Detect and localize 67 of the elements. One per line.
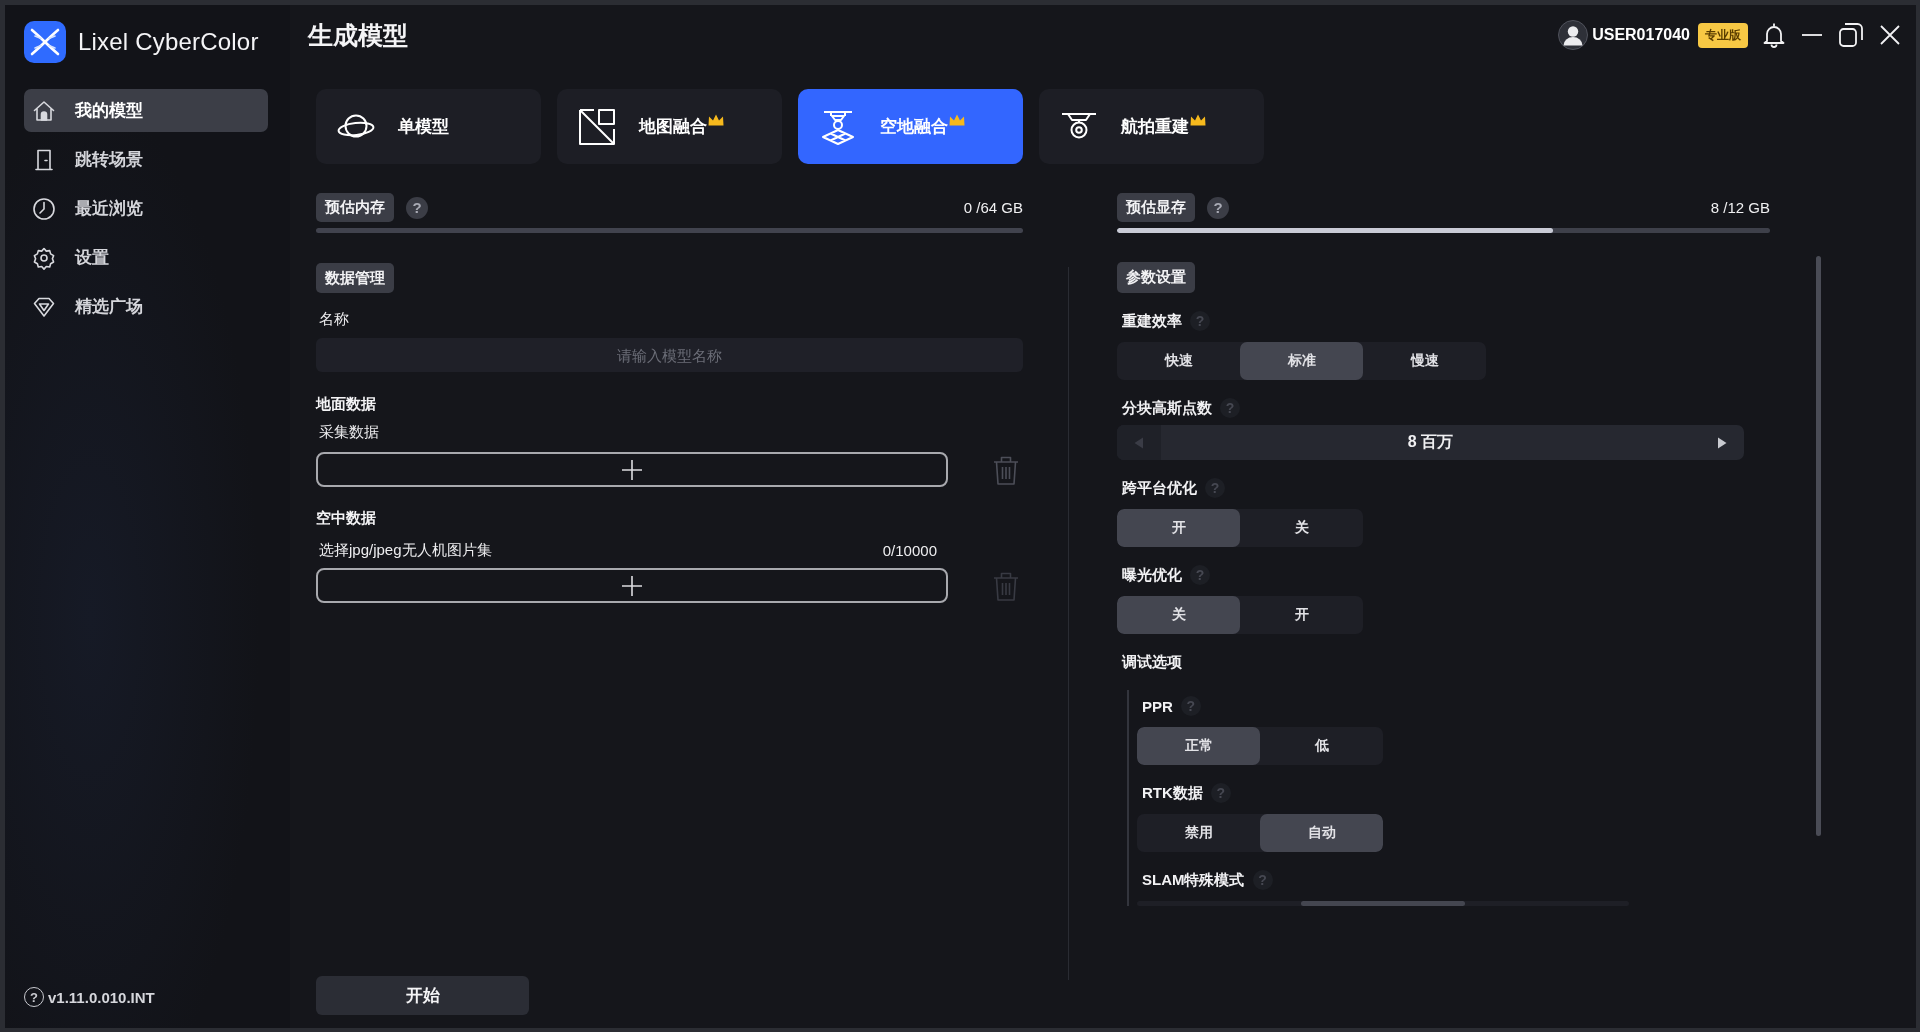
setting-label: PPR: [1142, 697, 1173, 715]
segment-option[interactable]: 快速: [1117, 342, 1240, 380]
caret-left-icon: [1134, 436, 1144, 449]
mode-tab[interactable]: 空地融合: [798, 89, 1023, 164]
help-button[interactable]: ?: [1207, 196, 1229, 219]
section-label: 数据管理: [316, 263, 394, 293]
vram-reading: 8 /12 GB: [1710, 199, 1770, 216]
sidebar-item[interactable]: 我的模型: [24, 89, 268, 132]
field-label: 采集数据: [318, 422, 379, 442]
segment-option[interactable]: 低: [1260, 727, 1383, 765]
mode-tab[interactable]: 单模型: [316, 89, 541, 164]
segment-option[interactable]: 关: [1240, 509, 1363, 547]
section-heading: 空中数据: [316, 508, 376, 528]
sidebar-item[interactable]: 最近浏览: [24, 187, 268, 230]
section-label: 预估内存: [316, 193, 394, 222]
sidebar-item[interactable]: 跳转场景: [24, 138, 268, 181]
plus-icon: [622, 575, 642, 596]
setting-label: 曝光优化: [1122, 565, 1182, 585]
field-label: 选择jpg/jpeg无人机图片集: [318, 540, 492, 560]
group-label: 调试选项: [1122, 652, 1182, 672]
segment-option[interactable]: 禁用: [1137, 814, 1260, 852]
bell-icon[interactable]: [1763, 22, 1785, 48]
caret-right-icon: [1717, 436, 1727, 449]
scrollbar-thumb[interactable]: [1816, 256, 1821, 836]
field-label: 名称: [318, 309, 349, 329]
section-label: 预估显存: [1117, 193, 1195, 222]
version-label: v1.11.0.010.INT: [48, 988, 155, 1006]
close-icon[interactable]: [1880, 25, 1900, 45]
settings-icon: [32, 245, 56, 270]
setting-label: 重建效率: [1122, 311, 1182, 331]
input-field[interactable]: 请输入模型名称: [316, 338, 1023, 372]
segment-option[interactable]: 开: [1240, 596, 1363, 634]
stepper-value: 8 百万: [1406, 432, 1455, 452]
setting-label: SLAM特殊模式: [1142, 870, 1245, 890]
section-label: 参数设置: [1117, 262, 1195, 293]
start-button[interactable]: 开始: [316, 976, 529, 1015]
upload-field[interactable]: [316, 568, 948, 603]
help-button[interactable]: ?: [406, 196, 428, 219]
segment-option[interactable]: 标准: [1240, 342, 1363, 380]
clock-icon: [32, 196, 56, 221]
plan-badge: 专业版: [1698, 22, 1748, 48]
mode-tab[interactable]: 地图融合: [557, 89, 782, 164]
memory-reading: 0 /64 GB: [963, 199, 1023, 216]
segment-option[interactable]: 关: [1117, 596, 1240, 634]
upload-field[interactable]: [316, 452, 948, 487]
restore-icon[interactable]: [1839, 23, 1863, 47]
setting-label: 跨平台优化: [1122, 478, 1197, 498]
avatar-icon[interactable]: [1558, 20, 1589, 50]
section-heading: 地面数据: [316, 394, 376, 414]
door-icon: [32, 147, 56, 172]
house-icon: [32, 98, 56, 123]
mode-tab[interactable]: 航拍重建: [1039, 89, 1264, 164]
setting-label: 分块高斯点数: [1122, 398, 1212, 418]
app-name: Lixel CyberColor: [78, 28, 259, 56]
sidebar-item[interactable]: 精选广场: [24, 285, 268, 328]
segment-option[interactable]: 开: [1117, 509, 1240, 547]
page-title: 生成模型: [308, 19, 408, 51]
plus-icon: [622, 459, 642, 480]
segment-option[interactable]: 自动: [1260, 814, 1383, 852]
user-name: USER017040: [1592, 26, 1690, 44]
segment-option[interactable]: 慢速: [1363, 342, 1486, 380]
segment-option[interactable]: 正常: [1137, 727, 1260, 765]
sidebar-item[interactable]: 设置: [24, 236, 268, 279]
file-count: 0/10000: [882, 541, 937, 559]
logo-icon: [24, 21, 66, 63]
map-tiles-icon: [577, 106, 617, 147]
setting-label: RTK数据: [1142, 783, 1203, 803]
